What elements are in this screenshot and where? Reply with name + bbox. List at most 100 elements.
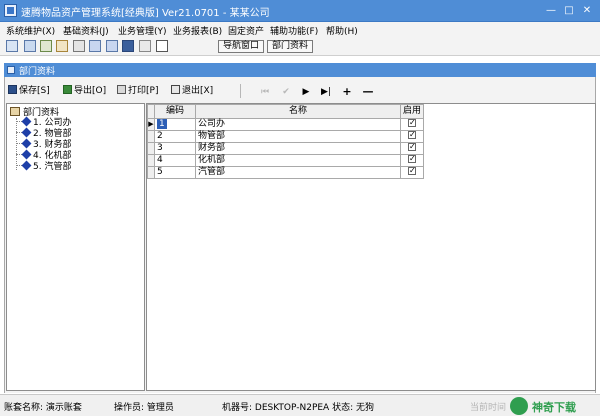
maximize-button[interactable]: □: [561, 3, 577, 18]
export-icon: [63, 85, 72, 94]
cell-enabled[interactable]: [399, 154, 425, 167]
menu-bar: 系统维护(X) 基础资料(J) 业务管理(Y) 业务报表(B) 固定资产 辅助功…: [0, 22, 600, 37]
table-row[interactable]: 4 化机部: [147, 154, 425, 167]
doc-icon[interactable]: [40, 40, 52, 52]
menu-basic-data[interactable]: 基础资料(J): [63, 24, 109, 37]
save-button[interactable]: 保存[S]: [8, 84, 50, 98]
exit-icon[interactable]: [156, 40, 168, 52]
enabled-checkbox[interactable]: [408, 118, 416, 128]
add-record-icon[interactable]: +: [341, 86, 353, 98]
cell-code[interactable]: 4: [154, 154, 196, 167]
status-machine: 机器号: DESKTOP-N2PEA 状态: 无狗: [222, 403, 374, 413]
home-icon: [10, 107, 20, 116]
column-header-enabled[interactable]: 启用: [399, 104, 425, 119]
print-label: 打印[P]: [128, 86, 159, 96]
diamond-icon: [21, 149, 32, 160]
cell-name[interactable]: 公司办: [195, 118, 401, 131]
menu-fixed-assets[interactable]: 固定资产: [228, 24, 264, 37]
cell-code[interactable]: 1: [154, 118, 196, 131]
remove-record-icon[interactable]: —: [362, 86, 374, 98]
cell-name[interactable]: 物管部: [195, 130, 401, 143]
cell-name[interactable]: 财务部: [195, 142, 401, 155]
tree-item[interactable]: 5. 汽管部: [16, 160, 72, 173]
first-record-icon[interactable]: ⏮: [259, 86, 271, 98]
list-icon[interactable]: [24, 40, 36, 52]
cell-name[interactable]: 汽管部: [195, 166, 401, 179]
enabled-checkbox[interactable]: [408, 142, 416, 152]
tree-item[interactable]: 1. 公司办: [16, 116, 71, 129]
column-header-name[interactable]: 名称: [195, 104, 401, 119]
tree-item[interactable]: 4. 化机部: [16, 149, 71, 162]
cell-enabled[interactable]: [399, 130, 425, 143]
cell-enabled[interactable]: [399, 142, 425, 155]
cell-code-value: 1: [157, 119, 167, 129]
diamond-icon: [21, 127, 32, 138]
grid-icon[interactable]: [6, 40, 18, 52]
save-icon[interactable]: [122, 40, 134, 52]
table-row[interactable]: 3 财务部: [147, 142, 425, 155]
tree-item[interactable]: 3. 财务部: [16, 138, 72, 151]
save-label: 保存[S]: [19, 86, 50, 96]
menu-tools[interactable]: 辅助功能(F): [270, 24, 318, 37]
report-icon[interactable]: [89, 40, 101, 52]
tree-item[interactable]: 2. 物管部: [16, 127, 72, 140]
cell-enabled[interactable]: [399, 166, 425, 179]
cell-code[interactable]: 3: [154, 142, 196, 155]
status-time: 当前时间: [470, 403, 507, 413]
export-label: 导出[O]: [74, 86, 107, 96]
tree-item-label: 2. 物管部: [33, 129, 72, 139]
enabled-checkbox[interactable]: [408, 154, 416, 164]
nav-window-button[interactable]: 导航窗口: [218, 40, 265, 53]
grid-header-row: 编码 名称 启用: [147, 104, 425, 119]
status-operator: 操作员: 管理员: [114, 403, 174, 413]
close-button[interactable]: ✕: [579, 3, 595, 18]
export-button[interactable]: 导出[O]: [63, 84, 106, 98]
exit-button[interactable]: 退出[X]: [171, 84, 213, 98]
department-tree: 部门资料 1. 公司办 2. 物管部 3. 财务部 4. 化机部 5. 汽管部: [6, 103, 145, 391]
enabled-checkbox[interactable]: [408, 130, 416, 140]
printer-icon: [117, 85, 126, 94]
row-indicator: [147, 166, 155, 179]
exit-icon: [171, 85, 180, 94]
enabled-checkbox[interactable]: [408, 166, 416, 176]
department-grid: 编码 名称 启用 ▶ 1 公司办 2 物管部 3 财务部 4 化机部: [146, 103, 596, 391]
return-icon[interactable]: [73, 40, 85, 52]
minimize-button[interactable]: —: [543, 3, 559, 18]
table-row[interactable]: 2 物管部: [147, 130, 425, 143]
watermark-text: 神奇下载: [532, 401, 576, 414]
watermark-logo-icon: [510, 397, 528, 415]
tree-item-label: 3. 财务部: [33, 140, 72, 150]
table-row[interactable]: 5 汽管部: [147, 166, 425, 179]
watermark: 神奇下载: [508, 396, 600, 416]
status-account: 账套名称: 演示账套: [4, 403, 82, 413]
exit-label: 退出[X]: [182, 86, 214, 96]
card-icon[interactable]: [106, 40, 118, 52]
printer-icon[interactable]: [139, 40, 151, 52]
inner-window-title-bar: 部门资料: [4, 63, 596, 77]
cell-code[interactable]: 2: [154, 130, 196, 143]
row-indicator: [147, 130, 155, 143]
cell-name[interactable]: 化机部: [195, 154, 401, 167]
prev-record-icon[interactable]: ✔: [280, 86, 292, 98]
save-icon: [8, 85, 17, 94]
dept-info-button[interactable]: 部门资料: [267, 40, 314, 53]
column-header-code[interactable]: 编码: [154, 104, 196, 119]
folder-icon[interactable]: [56, 40, 68, 52]
menu-business[interactable]: 业务管理(Y): [118, 24, 167, 37]
app-icon: [4, 4, 17, 17]
next-record-icon[interactable]: ▶: [300, 86, 312, 98]
window-title: 速腾物品资产管理系统[经典版] Ver21.0701 - 某某公司: [21, 8, 270, 19]
row-indicator: [147, 142, 155, 155]
tree-item-label: 5. 汽管部: [33, 162, 72, 172]
row-indicator-header: [147, 104, 155, 119]
last-record-icon[interactable]: ▶|: [320, 86, 332, 98]
menu-help[interactable]: 帮助(H): [326, 24, 358, 37]
table-row[interactable]: ▶ 1 公司办: [147, 118, 425, 131]
menu-system[interactable]: 系统维护(X): [6, 24, 55, 37]
cell-code[interactable]: 5: [154, 166, 196, 179]
window-icon: [7, 66, 15, 74]
menu-reports[interactable]: 业务报表(B): [173, 24, 222, 37]
cell-enabled[interactable]: [399, 118, 425, 131]
diamond-icon: [21, 138, 32, 149]
print-button[interactable]: 打印[P]: [117, 84, 158, 98]
